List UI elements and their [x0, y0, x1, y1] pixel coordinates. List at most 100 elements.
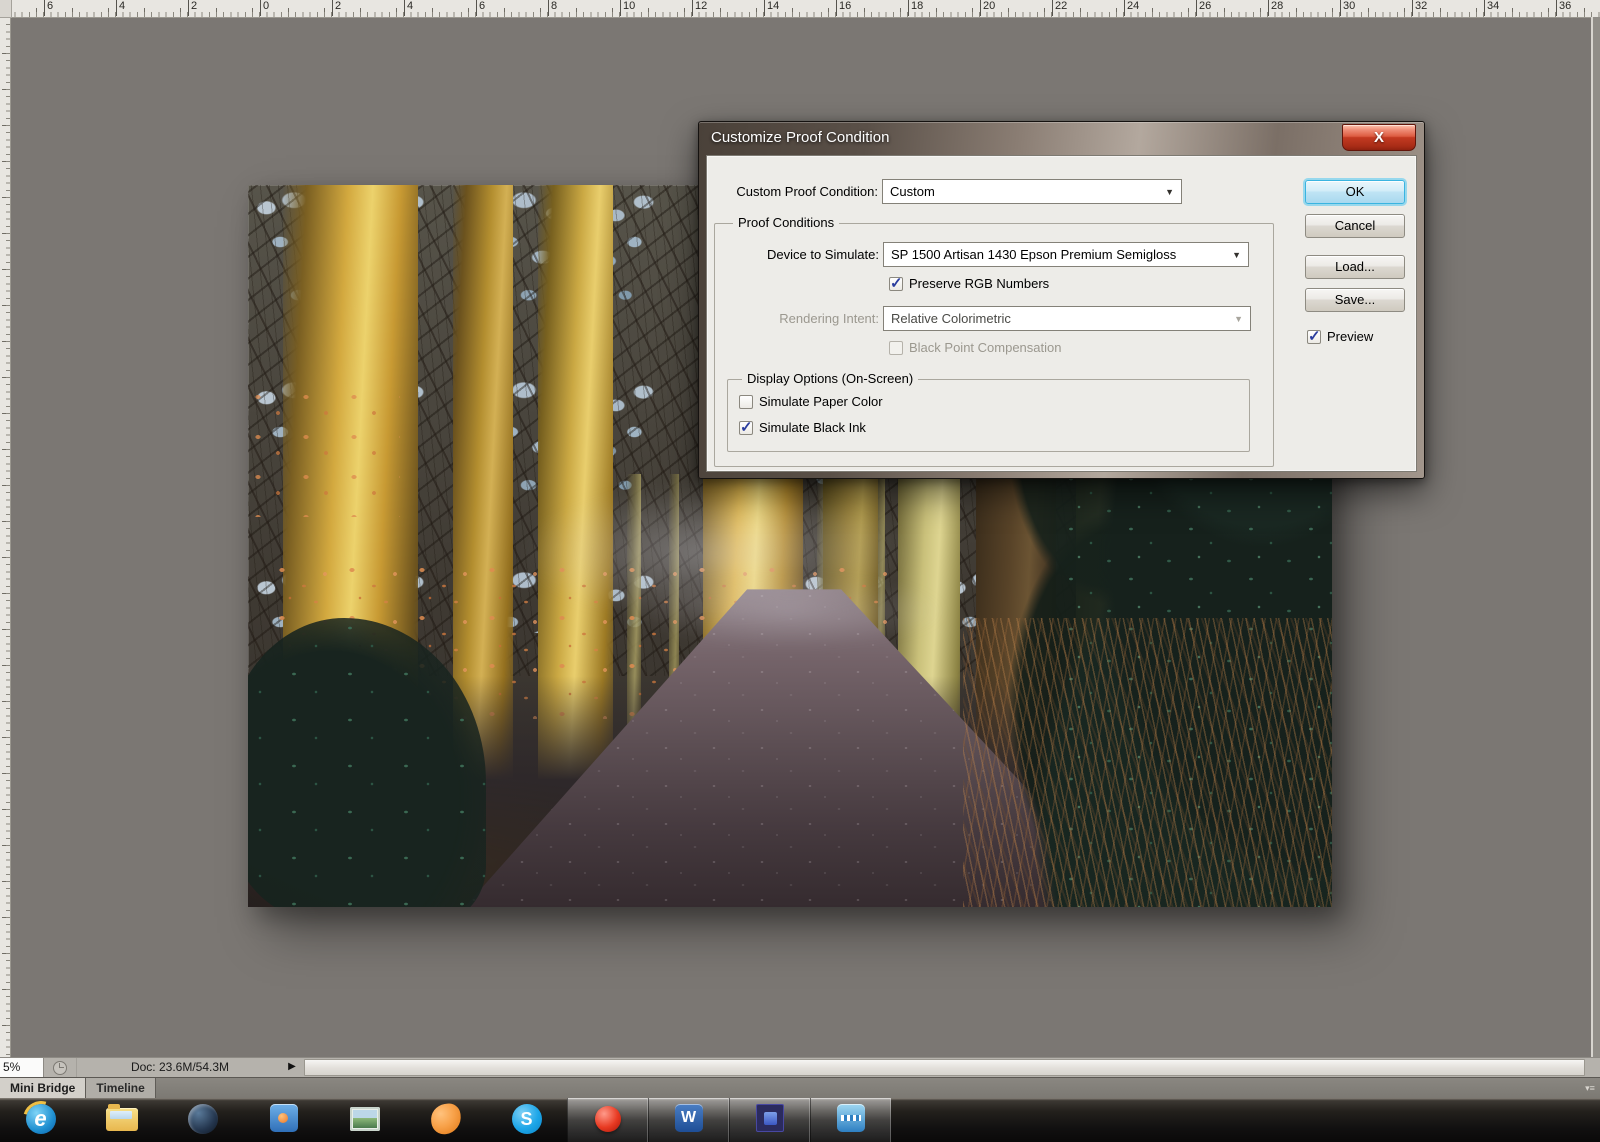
load-button[interactable]: Load... — [1305, 255, 1405, 279]
ruler-tick-label: 8 — [548, 0, 557, 16]
chevron-down-icon: ▼ — [1165, 186, 1174, 197]
simulate-paper-color-checkbox[interactable] — [739, 394, 753, 409]
display-options-group: Display Options (On-Screen) Simulate Pap… — [727, 371, 1250, 452]
customize-proof-condition-dialog: Customize Proof Condition X Custom Proof… — [698, 121, 1425, 479]
black-point-checkbox — [889, 340, 903, 355]
photoshop-workspace: 6 4 2 0 2 4 6 8 10 12 14 16 18 20 22 24 26 28 30 32 34 36 Cus… — [0, 0, 1600, 1142]
tab-timeline[interactable]: Timeline — [86, 1078, 156, 1098]
screen-recorder-icon — [594, 1106, 621, 1132]
ruler-tick-label: 30 — [1340, 0, 1355, 16]
doc-size-readout: Doc: 23.6M/54.3M — [130, 1060, 230, 1074]
ruler-tick-label: 26 — [1196, 0, 1211, 16]
ruler-tick-label: 6 — [44, 0, 53, 16]
dialog-title: Customize Proof Condition — [711, 129, 890, 146]
save-button[interactable]: Save... — [1305, 288, 1405, 312]
ruler-tick-label: 4 — [116, 0, 125, 16]
taskbar-icons: eSW — [0, 1098, 1600, 1142]
ruler-tick-label: 32 — [1412, 0, 1427, 16]
simulate-black-ink-checkbox[interactable] — [739, 418, 753, 436]
simulate-black-ink-row[interactable]: Simulate Black Ink — [739, 418, 866, 436]
chevron-down-icon: ▼ — [1234, 313, 1243, 324]
vertical-ruler[interactable] — [0, 17, 11, 1057]
orange-pet-app-icon — [428, 1102, 463, 1136]
proof-conditions-group-label: Proof Conditions — [733, 215, 840, 231]
page-preview-icon — [53, 1060, 67, 1075]
black-point-label: Black Point Compensation — [909, 340, 1062, 355]
dialog-title-bar[interactable]: Customize Proof Condition X — [706, 122, 1417, 155]
skype-icon: S — [511, 1104, 542, 1134]
preserve-rgb-checkbox-row[interactable]: Preserve RGB Numbers — [889, 274, 1050, 292]
ok-button[interactable]: OK — [1305, 180, 1405, 204]
scrollbar-cap — [1588, 1058, 1600, 1077]
black-point-checkbox-row: Black Point Compensation — [889, 340, 1061, 355]
ruler-tick-label: 10 — [620, 0, 635, 16]
bottom-panel-tabs: Mini Bridge Timeline ▾≡ — [0, 1077, 1600, 1098]
taskbar-button[interactable] — [567, 1098, 648, 1142]
ruler-tick-label: 34 — [1484, 0, 1499, 16]
proof-conditions-group: Proof Conditions Device to Simulate: SP … — [714, 215, 1274, 467]
ruler-tick-label: 2 — [332, 0, 341, 16]
custom-proof-condition-value: Custom — [890, 184, 935, 199]
chevron-down-icon: ▼ — [1232, 249, 1241, 260]
device-to-simulate-value: SP 1500 Artisan 1430 Epson Premium Semig… — [891, 247, 1177, 262]
taskbar-button[interactable] — [729, 1098, 810, 1142]
taskbar-button[interactable]: W — [648, 1098, 729, 1142]
simulate-paper-color-label: Simulate Paper Color — [759, 394, 883, 409]
taskbar-button[interactable] — [243, 1098, 324, 1142]
ruler-tick-label: 24 — [1124, 0, 1139, 16]
device-to-simulate-select[interactable]: SP 1500 Artisan 1430 Epson Premium Semig… — [883, 242, 1249, 267]
internet-explorer-icon: e — [25, 1104, 56, 1134]
preview-checkbox-row[interactable]: Preview — [1307, 327, 1374, 345]
rendering-intent-select[interactable]: Relative Colorimetric ▼ — [883, 306, 1251, 331]
media-player-globe-icon — [187, 1104, 218, 1134]
cancel-button[interactable]: Cancel — [1305, 214, 1405, 238]
ruler-tick-label: 18 — [908, 0, 923, 16]
zoom-level-field[interactable]: 5% — [0, 1058, 44, 1077]
close-icon[interactable]: X — [1342, 124, 1416, 151]
status-bar: 5% Doc: 23.6M/54.3M ▶ — [0, 1057, 1600, 1077]
taskbar-button[interactable]: e — [0, 1098, 81, 1142]
rendering-intent-value: Relative Colorimetric — [891, 311, 1011, 326]
dialog-body: Custom Proof Condition: Custom ▼ OK Canc… — [706, 155, 1417, 472]
taskbar-button[interactable] — [405, 1098, 486, 1142]
ruler-corner — [0, 0, 12, 18]
status-menu-arrow-icon[interactable]: ▶ — [283, 1058, 301, 1077]
taskbar-button[interactable]: S — [486, 1098, 567, 1142]
preserve-rgb-label: Preserve RGB Numbers — [909, 276, 1050, 291]
ruler-tick-label: 6 — [476, 0, 485, 16]
ruler-tick-label: 16 — [836, 0, 851, 16]
taskbar-button[interactable] — [324, 1098, 405, 1142]
ruler-tick-label: 12 — [692, 0, 707, 16]
device-to-simulate-label: Device to Simulate: — [767, 247, 879, 262]
horizontal-ruler[interactable]: 6 4 2 0 2 4 6 8 10 12 14 16 18 20 22 24 26 28 30 32 34 36 — [0, 0, 1600, 18]
ruler-tick-label: 22 — [1052, 0, 1067, 16]
preserve-rgb-checkbox[interactable] — [889, 274, 903, 292]
preview-label: Preview — [1327, 329, 1374, 344]
windows-taskbar: eSW — [0, 1098, 1600, 1142]
display-options-group-label: Display Options (On-Screen) — [742, 371, 919, 387]
taskbar-button[interactable] — [810, 1098, 891, 1142]
panel-menu-icon[interactable]: ▾≡ — [1580, 1078, 1600, 1098]
ruler-tick-label: 4 — [404, 0, 413, 16]
taskbar-button[interactable] — [162, 1098, 243, 1142]
ruler-tick-label: 28 — [1268, 0, 1283, 16]
blue-window-app-icon — [269, 1104, 298, 1132]
simulate-black-ink-label: Simulate Black Ink — [759, 420, 866, 435]
horizontal-scrollbar[interactable] — [304, 1059, 1585, 1076]
movie-maker-icon — [836, 1104, 865, 1132]
tabs-spacer — [156, 1078, 1580, 1098]
tab-mini-bridge[interactable]: Mini Bridge — [0, 1078, 87, 1098]
custom-proof-condition-label: Custom Proof Condition: — [736, 184, 878, 199]
ruler-tick-label: 36 — [1556, 0, 1571, 16]
status-icon-cell — [44, 1058, 77, 1077]
ruler-tick-label: 14 — [764, 0, 779, 16]
panel-edge-strip — [1591, 17, 1600, 1057]
taskbar-button[interactable] — [81, 1098, 162, 1142]
premiere-app-icon — [755, 1104, 784, 1132]
ruler-tick-label: 2 — [188, 0, 197, 16]
word-icon: W — [674, 1104, 703, 1132]
ruler-tick-label: 0 — [260, 0, 269, 16]
custom-proof-condition-select[interactable]: Custom ▼ — [882, 179, 1182, 204]
preview-checkbox[interactable] — [1307, 327, 1321, 345]
simulate-paper-color-row[interactable]: Simulate Paper Color — [739, 394, 883, 409]
